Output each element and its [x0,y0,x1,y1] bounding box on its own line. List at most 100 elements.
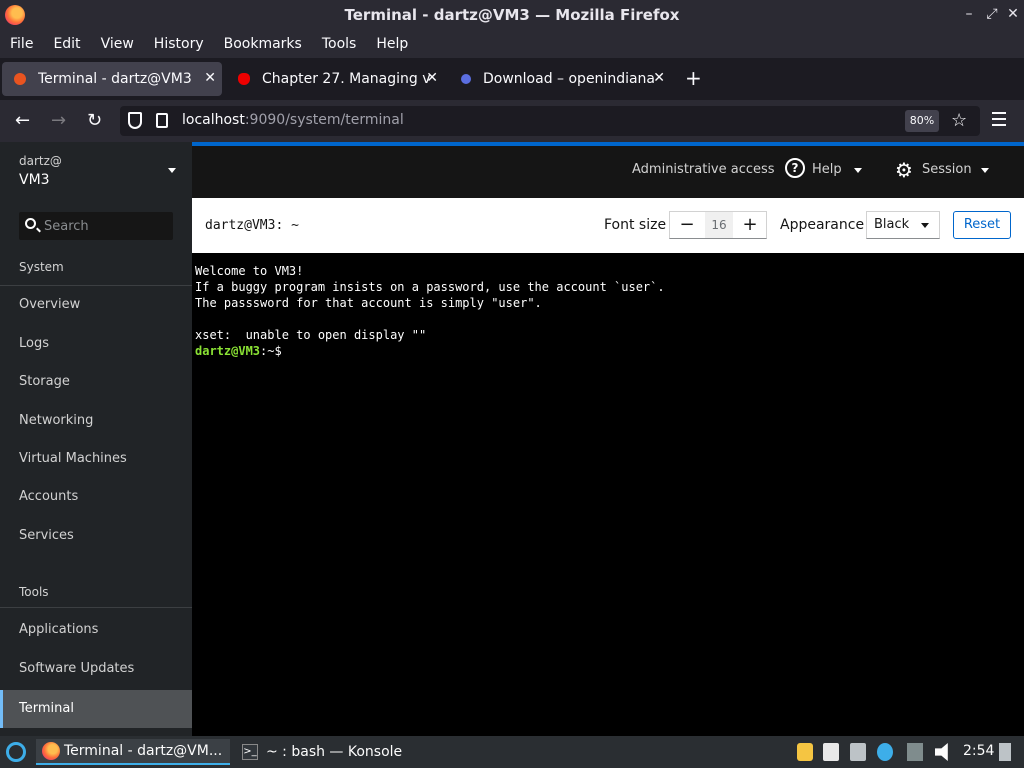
prompt-rest: :~$ [260,344,282,358]
window-title: Terminal - dartz@VM3 — Mozilla Firefox [344,6,680,24]
font-size-label: Font size [604,217,667,233]
tab-openindiana[interactable]: Download – openindiana ✕ [449,62,671,96]
menu-tools[interactable]: Tools [322,36,357,52]
taskbar: Terminal - dartz@VM... >_ ~ : bash — Kon… [0,736,1024,768]
bookmark-star-icon[interactable]: ☆ [951,110,967,131]
terminal-toolbar: dartz@VM3: ~ Font size − 16 + Appearance… [192,198,1024,253]
menu-edit[interactable]: Edit [53,36,80,52]
hamburger-menu-icon[interactable] [992,112,1006,130]
ubuntu-favicon-icon [14,73,26,85]
chevron-down-icon[interactable] [854,168,862,173]
application-launcher-icon[interactable] [6,742,26,762]
section-tools: Tools [19,585,49,599]
chevron-down-icon [921,223,929,228]
divider [0,607,192,608]
clipboard-icon[interactable] [823,743,839,761]
navigation-toolbar: ← → ↻ localhost:9090/system/terminal [0,100,1024,142]
sidebar-item-services[interactable]: Services [0,517,192,555]
sidebar-item-logs[interactable]: Logs [0,325,192,363]
window-titlebar: Terminal - dartz@VM3 — Mozilla Firefox –… [0,0,1024,30]
section-system: System [19,260,64,274]
sidebar-item-software-updates[interactable]: Software Updates [0,650,192,688]
close-tab-icon[interactable]: ✕ [204,70,216,86]
session-button[interactable]: Session [922,162,972,177]
new-tab-icon[interactable]: + [685,66,702,90]
sidebar-item-networking[interactable]: Networking [0,402,192,440]
tab-label: Chapter 27. Managing virtu [262,71,430,87]
back-arrow-icon[interactable]: ← [15,110,30,131]
close-tab-icon[interactable]: ✕ [426,70,438,86]
zoom-level-badge[interactable]: 80% [905,110,939,132]
notifications-icon[interactable] [877,743,893,761]
forward-arrow-icon[interactable]: → [51,110,66,131]
sidebar-search [19,212,173,240]
help-icon[interactable]: ? [785,158,805,178]
firefox-icon [42,742,60,760]
menu-help[interactable]: Help [376,36,408,52]
sidebar-item-terminal[interactable]: Terminal [0,690,192,728]
administrative-access-button[interactable]: Administrative access [632,162,775,177]
gear-icon[interactable]: ⚙ [895,158,913,182]
terminal-prompt-line: dartz@VM3:~$ [195,343,665,359]
font-size-decrease-button[interactable]: − [671,213,703,237]
search-icon [25,218,36,229]
search-input[interactable] [44,216,169,236]
sidebar-item-storage[interactable]: Storage [0,363,192,401]
cockpit-sidebar: dartz@ VM3 System Overview Logs Storage … [0,142,192,736]
tab-terminal[interactable]: Terminal - dartz@VM3 ✕ [2,62,222,96]
menu-bar: File Edit View History Bookmarks Tools H… [0,30,1024,58]
sidebar-item-accounts[interactable]: Accounts [0,478,192,516]
menu-history[interactable]: History [154,36,204,52]
appearance-select[interactable]: Black [866,211,940,239]
updates-icon[interactable] [907,743,923,761]
show-desktop-icon[interactable] [999,743,1011,761]
reload-icon[interactable]: ↻ [87,110,102,131]
tracking-shield-icon[interactable] [128,112,142,129]
appearance-value: Black [874,217,910,232]
lock-icon[interactable] [797,743,813,761]
close-tab-icon[interactable]: ✕ [653,70,665,86]
volume-icon[interactable] [935,743,948,761]
font-size-value[interactable]: 16 [705,212,733,238]
network-icon[interactable] [850,743,866,761]
task-firefox[interactable]: Terminal - dartz@VM... [36,739,230,765]
menu-bookmarks[interactable]: Bookmarks [224,36,302,52]
terminal-output: Welcome to VM3! If a buggy program insist… [195,263,665,359]
tab-strip: Terminal - dartz@VM3 ✕ Chapter 27. Manag… [0,58,1024,100]
konsole-icon: >_ [242,744,258,760]
terminal-title: dartz@VM3: ~ [205,218,299,233]
terminal-line: Welcome to VM3! [195,264,304,278]
appearance-label: Appearance [780,217,865,233]
prompt-user: dartz@VM3 [195,344,261,358]
chevron-down-icon[interactable] [981,168,989,173]
host-user: dartz@ [19,154,62,168]
host-name: VM3 [19,172,50,188]
redhat-favicon-icon [238,73,250,85]
font-size-increase-button[interactable]: + [734,213,766,237]
maximize-icon[interactable]: ⤢ [983,6,1001,22]
clock[interactable]: 2:54 [963,743,994,759]
help-button[interactable]: Help [812,162,842,177]
task-label: Terminal - dartz@VM... [64,743,223,759]
terminal-line: If a buggy program insists on a password… [195,280,665,294]
terminal-screen[interactable]: Welcome to VM3! If a buggy program insist… [192,253,1024,736]
close-window-icon[interactable]: ✕ [1004,6,1022,22]
task-label: ~ : bash — Konsole [266,744,403,760]
font-size-stepper: − 16 + [669,211,767,239]
chevron-down-icon[interactable] [168,168,176,173]
host-switcher[interactable]: dartz@ VM3 [19,154,62,188]
page-info-icon[interactable] [156,113,168,128]
tab-chapter-27[interactable]: Chapter 27. Managing virtu ✕ [226,62,444,96]
minimize-icon[interactable]: – [960,6,978,22]
url-bar[interactable]: localhost:9090/system/terminal [120,106,980,136]
url-text[interactable]: localhost:9090/system/terminal [182,112,404,128]
reset-button[interactable]: Reset [953,211,1011,239]
cockpit-masthead: Administrative access ? Help ⚙ Session [192,146,1024,198]
menu-view[interactable]: View [101,36,134,52]
sidebar-item-virtual-machines[interactable]: Virtual Machines [0,440,192,478]
menu-file[interactable]: File [10,36,33,52]
tab-label: Download – openindiana [483,71,655,87]
sidebar-item-applications[interactable]: Applications [0,611,192,649]
task-konsole[interactable]: >_ ~ : bash — Konsole [236,739,426,765]
sidebar-item-overview[interactable]: Overview [0,286,192,324]
